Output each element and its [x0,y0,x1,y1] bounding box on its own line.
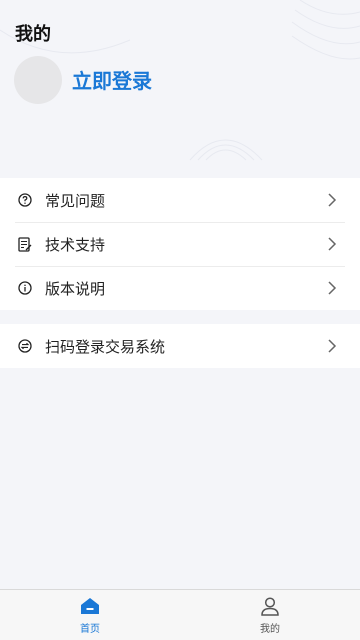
menu-item-label: 版本说明 [45,279,106,298]
menu-group-help: 常见问题 技术支持 版本说明 [0,178,360,310]
avatar[interactable] [14,56,62,104]
profile-header: 我的 立即登录 [0,0,360,178]
menu-item-version-notes[interactable]: 版本说明 [0,266,360,310]
menu-item-label: 常见问题 [45,191,106,210]
menu-item-label: 扫码登录交易系统 [45,337,166,356]
chevron-right-icon [328,237,337,251]
chevron-right-icon [328,193,337,207]
menu-group-scan: 扫码登录交易系统 [0,324,360,368]
tab-mine[interactable]: 我的 [180,590,360,640]
user-icon [261,597,279,616]
login-now-link[interactable]: 立即登录 [72,65,152,94]
tab-label: 我的 [260,624,280,635]
bottom-tab-bar: 首页 我的 [0,589,360,640]
menu-item-faq[interactable]: 常见问题 [0,178,360,222]
chevron-right-icon [328,281,337,295]
menu-item-tech-support[interactable]: 技术支持 [0,222,360,266]
question-circle-icon [17,192,33,208]
info-circle-icon [17,280,33,296]
page-title: 我的 [15,24,51,45]
exchange-circle-icon [17,338,33,354]
home-icon [81,598,99,614]
menu-item-label: 技术支持 [45,235,106,254]
menu-item-scan-login[interactable]: 扫码登录交易系统 [0,324,360,368]
chevron-right-icon [328,339,337,353]
tab-label: 首页 [80,624,100,635]
tab-home[interactable]: 首页 [0,590,180,640]
document-edit-icon [17,236,33,252]
